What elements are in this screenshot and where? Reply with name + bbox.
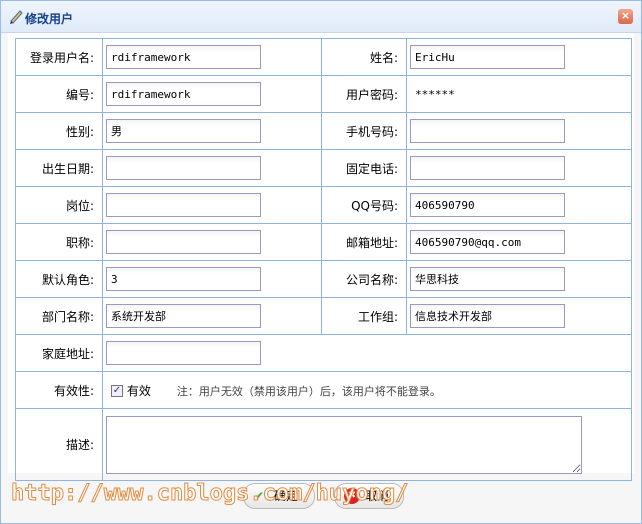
field-label: 岗位: <box>15 186 103 224</box>
field-input-left[interactable] <box>106 156 261 180</box>
field-input-left[interactable]: 系统开发部 <box>106 304 261 328</box>
field-label-right: 工作组: <box>321 297 407 335</box>
form-row: 默认角色: 3 公司名称: 华思科技 <box>15 260 632 298</box>
validity-checkbox[interactable]: ✓ <box>111 385 123 397</box>
field-input-right[interactable] <box>410 156 565 180</box>
description-textarea[interactable] <box>106 415 582 474</box>
field-input-left[interactable]: rdiframework <box>106 82 261 106</box>
field-label: 出生日期: <box>15 149 103 187</box>
field-input-right[interactable]: 信息技术开发部 <box>410 304 565 328</box>
field-label-right: QQ号码: <box>321 186 407 224</box>
field-label-right: 手机号码: <box>321 112 407 150</box>
form-row: 部门名称: 系统开发部 工作组: 信息技术开发部 <box>15 297 632 335</box>
field-input-left[interactable]: rdiframework <box>106 45 261 69</box>
form-row: 性别: 男 手机号码: <box>15 112 632 150</box>
description-label: 描述: <box>15 408 103 481</box>
dialog-title: 修改用户 <box>25 12 74 26</box>
field-input-left[interactable]: 男 <box>106 119 261 143</box>
form-row: 登录用户名: rdiframework 姓名: EricHu <box>15 38 632 76</box>
field-label-right: 用户密码: <box>321 75 407 113</box>
field-label-right: 姓名: <box>321 38 407 76</box>
close-button[interactable]: × <box>618 9 633 24</box>
field-input-left[interactable] <box>106 230 261 254</box>
user-form-table: 登录用户名: rdiframework 姓名: EricHu 编号: rdifra… <box>15 38 632 481</box>
form-row: 编号: rdiframework 用户密码: ****** <box>15 75 632 113</box>
pencil-icon <box>10 10 23 24</box>
field-input-left[interactable] <box>106 193 261 217</box>
field-input-right[interactable]: EricHu <box>410 45 565 69</box>
field-label: 部门名称: <box>15 297 103 335</box>
home-address-label: 家庭地址: <box>15 334 103 372</box>
validity-label: 有效性: <box>15 371 103 409</box>
form-row: 职称: 邮箱地址: 406590790@qq.com <box>15 223 632 261</box>
field-input-right[interactable]: 406590790@qq.com <box>410 230 565 254</box>
form-row: 出生日期: 固定电话: <box>15 149 632 187</box>
field-input-right[interactable]: 华思科技 <box>410 267 565 291</box>
field-label-right: 公司名称: <box>321 260 407 298</box>
validity-note: 注：用户无效（禁用该用户）后，该用户将不能登录。 <box>176 384 441 398</box>
edit-user-dialog: 修改用户 × 登录用户名: rdiframework 姓名: EricHu 编号:… <box>0 0 642 524</box>
form-body: 登录用户名: rdiframework 姓名: EricHu 编号: rdifra… <box>8 33 634 481</box>
field-label: 职称: <box>15 223 103 261</box>
dialog-header: 修改用户 × <box>1 1 641 33</box>
field-label: 默认角色: <box>15 260 103 298</box>
field-input-right[interactable] <box>410 119 565 143</box>
form-row: 描述: <box>15 408 632 481</box>
field-label-right: 固定电话: <box>321 149 407 187</box>
field-label: 登录用户名: <box>15 38 103 76</box>
field-input-right[interactable]: 406590790 <box>410 193 565 217</box>
validity-checkbox-label: 有效 <box>126 383 151 398</box>
field-input-left[interactable]: 3 <box>106 267 261 291</box>
password-value: ****** <box>415 88 455 101</box>
field-label: 性别: <box>15 112 103 150</box>
watermark: http://www.cnblogs.com/huyong/ <box>10 481 409 507</box>
form-row: 有效性: ✓ 有效 注：用户无效（禁用该用户）后，该用户将不能登录。 <box>15 371 632 409</box>
field-label: 编号: <box>15 75 103 113</box>
home-address-input[interactable] <box>106 341 261 365</box>
field-label-right: 邮箱地址: <box>321 223 407 261</box>
form-row: 岗位: QQ号码: 406590790 <box>15 186 632 224</box>
form-row: 家庭地址: <box>15 334 632 372</box>
